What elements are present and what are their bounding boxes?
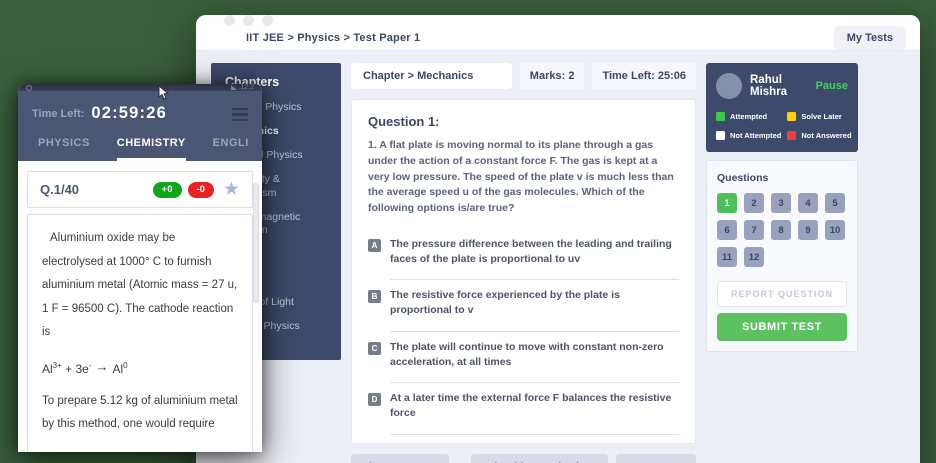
legend-not-answered: Not Answered — [787, 131, 851, 140]
marks-badge: Marks: 2 — [520, 63, 585, 89]
window-control-icon[interactable] — [224, 15, 235, 26]
pause-button[interactable]: Pause — [816, 80, 848, 92]
notification-icon — [26, 85, 32, 91]
desktop-test-window: IIT JEE > Physics > Test Paper 1 My Test… — [196, 15, 920, 463]
attempted-swatch-icon — [716, 112, 725, 121]
time-left-badge: Time Left: 25:06 — [592, 63, 696, 89]
countdown-timer: 02:59:26 — [91, 104, 167, 123]
question-number: 1. — [368, 139, 377, 151]
window-titlebar — [196, 15, 920, 26]
question-square-8[interactable]: 8 — [771, 220, 791, 240]
status-clock: 12:2 — [240, 84, 254, 91]
save-next-button[interactable]: Save & Next — [616, 454, 696, 463]
user-name: Rahul Mishra — [750, 74, 808, 98]
mobile-status-bar: 12:2 — [18, 84, 262, 91]
mouse-cursor-icon — [158, 85, 169, 100]
question-square-11[interactable]: 11 — [717, 247, 737, 267]
bookmark-star-icon[interactable]: ★ — [223, 180, 240, 199]
mobile-test-overlay: 12:2 Time Left: 02:59:26 PHYSICS CHEMIST… — [18, 84, 262, 452]
avatar — [716, 73, 742, 99]
arrow-icon: → — [96, 359, 109, 374]
question-square-9[interactable]: 9 — [798, 220, 818, 240]
question-square-3[interactable]: 3 — [771, 193, 791, 213]
question-text: 1. A flat plate is moving normal to its … — [368, 138, 679, 217]
not-answered-swatch-icon — [787, 131, 796, 140]
option-b[interactable]: B The resistive force experienced by the… — [368, 282, 679, 333]
status-panel: Rahul Mishra Pause Attempted Solve Later — [706, 63, 858, 352]
mobile-question-body: Aluminium oxide may be electrolysed at 1… — [27, 214, 253, 452]
tab-chemistry[interactable]: CHEMISTRY — [117, 137, 186, 161]
positive-marks-badge: +0 — [153, 182, 182, 198]
question-square-1[interactable]: 1 — [717, 193, 737, 213]
legend-solve-later: Solve Later — [787, 112, 851, 121]
stage: IIT JEE > Physics > Test Paper 1 My Test… — [0, 0, 936, 463]
status-legend: Attempted Solve Later Not Attempted — [716, 112, 848, 140]
report-question-button[interactable]: REPORT QUESTION — [717, 281, 847, 307]
legend-not-attempted: Not Attempted — [716, 131, 781, 140]
subject-tabs: PHYSICS CHEMISTRY ENGLISH PROFICIENCY — [32, 137, 248, 161]
question-square-4[interactable]: 4 — [798, 193, 818, 213]
submit-test-button[interactable]: SUBMIT TEST — [717, 313, 847, 341]
negative-marks-badge: -0 — [188, 182, 214, 198]
solve-later-swatch-icon — [787, 112, 796, 121]
time-left-label: Time Left: — [32, 108, 84, 120]
profile-card: Rahul Mishra Pause Attempted Solve Later — [706, 63, 858, 152]
question-square-6[interactable]: 6 — [717, 220, 737, 240]
chapter-label: Chapter > Mechanics — [351, 63, 512, 89]
question-actions: Clear Response Solve this question later… — [351, 454, 696, 463]
not-attempted-swatch-icon — [716, 131, 725, 140]
mobile-content: Q.1/40 +0 -0 ★ Aluminium oxide may be el… — [18, 161, 262, 452]
chapter-header-row: Chapter > Mechanics Marks: 2 Time Left: … — [351, 63, 696, 89]
cathode-reaction-formula: Al3+ + 3e-→Al0 — [42, 361, 238, 376]
mobile-scrollbar[interactable] — [253, 183, 259, 303]
window-control-icon[interactable] — [243, 15, 254, 26]
timer-row: Time Left: 02:59:26 — [32, 104, 248, 123]
tab-physics[interactable]: PHYSICS — [38, 137, 90, 161]
question-navigator: Questions 1 2 3 4 5 6 7 8 9 10 11 12 — [706, 160, 858, 352]
question-square-10[interactable]: 10 — [825, 220, 845, 240]
signal-icon — [231, 85, 237, 90]
legend-attempted: Attempted — [716, 112, 781, 121]
navigator-footer: REPORT QUESTION SUBMIT TEST — [717, 281, 847, 341]
question-square-2[interactable]: 2 — [744, 193, 764, 213]
option-text: The plate will continue to move with con… — [390, 340, 679, 383]
question-card: Question 1: 1. A flat plate is moving no… — [351, 99, 696, 444]
question-counter: Q.1/40 — [40, 182, 147, 197]
option-a[interactable]: A The pressure difference between the le… — [368, 231, 679, 282]
question-square-5[interactable]: 5 — [825, 193, 845, 213]
breadcrumb[interactable]: IIT JEE > Physics > Test Paper 1 — [246, 32, 420, 44]
spacer — [457, 454, 463, 463]
option-text: At a later time the external force F bal… — [390, 391, 679, 434]
status-indicators: 12:2 — [231, 84, 254, 91]
option-text: The resistive force experienced by the p… — [390, 288, 679, 331]
mobile-header: Time Left: 02:59:26 PHYSICS CHEMISTRY EN… — [18, 91, 262, 161]
question-square-12[interactable]: 12 — [744, 247, 764, 267]
option-letter-badge: D — [368, 393, 381, 406]
profile-row: Rahul Mishra Pause — [716, 73, 848, 99]
breadcrumb-bar: IIT JEE > Physics > Test Paper 1 My Test… — [196, 26, 920, 51]
question-column: Chapter > Mechanics Marks: 2 Time Left: … — [351, 63, 696, 463]
my-tests-button[interactable]: My Tests — [834, 26, 906, 50]
option-letter-badge: B — [368, 290, 381, 303]
question-title: Question 1: — [368, 114, 679, 129]
clear-response-button[interactable]: Clear Response — [351, 454, 449, 463]
window-control-icon[interactable] — [262, 15, 273, 26]
mobile-question-text: Aluminium oxide may be electrolysed at 1… — [42, 227, 238, 345]
option-c[interactable]: C The plate will continue to move with c… — [368, 334, 679, 385]
question-square-7[interactable]: 7 — [744, 220, 764, 240]
option-letter-badge: A — [368, 239, 381, 252]
mobile-question-text-2: To prepare 5.12 kg of aluminium metal by… — [42, 390, 238, 437]
option-d[interactable]: D At a later time the external force F b… — [368, 385, 679, 436]
option-letter-badge: C — [368, 342, 381, 355]
hamburger-menu-icon[interactable] — [232, 106, 248, 122]
option-text: The pressure difference between the lead… — [390, 237, 679, 280]
window-body: Chapters General Physics Mechanics Therm… — [196, 51, 920, 463]
question-grid: 1 2 3 4 5 6 7 8 9 10 11 12 — [717, 193, 847, 267]
mobile-question-header: Q.1/40 +0 -0 ★ — [27, 171, 253, 208]
tab-english-proficiency[interactable]: ENGLISH PROFICIENCY — [213, 137, 248, 161]
solve-later-button[interactable]: Solve this question later — [471, 454, 609, 463]
questions-title: Questions — [717, 172, 847, 184]
